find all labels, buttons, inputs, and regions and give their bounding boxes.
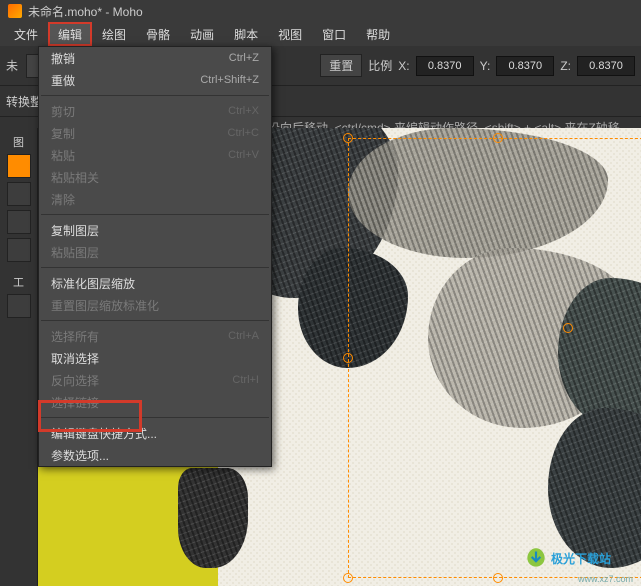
title-bar: 未命名.moho* - Moho	[0, 0, 641, 22]
label-z: Z:	[560, 59, 571, 73]
menu-item-选择所有: 选择所有 Ctrl+A	[39, 325, 271, 347]
menu-item-label: 剪切	[51, 103, 75, 120]
panel-label-tu: 图	[13, 134, 24, 150]
menu-item-重做[interactable]: 重做 Ctrl+Shift+Z	[39, 69, 271, 91]
menu-view[interactable]: 视图	[268, 22, 312, 46]
watermark-text: 极光下载站	[551, 550, 611, 567]
tool-icon-3[interactable]	[7, 210, 31, 234]
selection-handle[interactable]	[343, 573, 353, 583]
window-title: 未命名.moho* - Moho	[28, 3, 143, 20]
menu-item-label: 清除	[51, 191, 75, 208]
menu-item-复制图层[interactable]: 复制图层	[39, 219, 271, 241]
menu-item-label: 编辑键盘快捷方式...	[51, 425, 157, 442]
menu-item-粘贴: 粘贴 Ctrl+V	[39, 144, 271, 166]
menu-item-反向选择: 反向选择 Ctrl+I	[39, 369, 271, 391]
menu-item-粘贴相关: 粘贴相关	[39, 166, 271, 188]
menu-item-label: 标准化图层缩放	[51, 275, 135, 292]
menu-item-label: 选择链接	[51, 394, 99, 411]
watermark-logo: 极光下载站	[523, 538, 633, 578]
menu-item-取消选择[interactable]: 取消选择	[39, 347, 271, 369]
menu-separator	[41, 417, 269, 418]
reset-button[interactable]: 重置	[320, 54, 362, 77]
tool-icon-5[interactable]	[7, 294, 31, 318]
menu-help[interactable]: 帮助	[356, 22, 400, 46]
menu-item-label: 复制图层	[51, 222, 99, 239]
tool-icon-1[interactable]	[7, 154, 31, 178]
selection-handle[interactable]	[493, 573, 503, 583]
scale-y-input[interactable]	[496, 56, 554, 76]
download-icon	[523, 545, 549, 571]
menu-separator	[41, 320, 269, 321]
menu-draw[interactable]: 绘图	[92, 22, 136, 46]
menu-item-label: 选择所有	[51, 328, 99, 345]
menu-separator	[41, 214, 269, 215]
menu-separator	[41, 267, 269, 268]
menu-item-label: 重置图层缩放标准化	[51, 297, 159, 314]
menu-item-label: 粘贴相关	[51, 169, 99, 186]
transform-label: 转换整	[6, 93, 42, 110]
menu-item-撤销[interactable]: 撤销 Ctrl+Z	[39, 47, 271, 69]
menu-item-label: 取消选择	[51, 350, 99, 367]
left-tool-panel: 图 工	[0, 128, 38, 586]
watermark-url: www.xz7.com	[578, 574, 633, 584]
menu-item-label: 撤销	[51, 50, 75, 67]
menu-item-shortcut: Ctrl+Z	[229, 52, 259, 64]
selection-handle[interactable]	[563, 323, 573, 333]
menu-item-label: 复制	[51, 125, 75, 142]
app-icon	[8, 4, 22, 18]
label-untitled: 未	[6, 57, 18, 74]
menu-item-shortcut: Ctrl+C	[228, 127, 259, 139]
menu-item-复制: 复制 Ctrl+C	[39, 122, 271, 144]
selection-handle[interactable]	[493, 133, 503, 143]
menu-item-shortcut: Ctrl+X	[228, 105, 259, 117]
scale-x-input[interactable]	[416, 56, 474, 76]
scale-label: 比例	[368, 57, 392, 74]
selection-box[interactable]	[348, 138, 641, 578]
edit-dropdown: 撤销 Ctrl+Z 重做 Ctrl+Shift+Z 剪切 Ctrl+X 复制 Ctrl+C 粘贴…	[38, 46, 272, 467]
scale-z-input[interactable]	[577, 56, 635, 76]
menu-item-label: 参数选项...	[51, 447, 109, 464]
menu-file[interactable]: 文件	[4, 22, 48, 46]
menu-item-重置图层缩放标准化: 重置图层缩放标准化	[39, 294, 271, 316]
menu-item-shortcut: Ctrl+V	[228, 149, 259, 161]
rock-shape	[178, 468, 248, 568]
menu-edit[interactable]: 编辑	[48, 22, 92, 46]
menu-anim[interactable]: 动画	[180, 22, 224, 46]
menu-separator	[41, 95, 269, 96]
selection-handle[interactable]	[343, 133, 353, 143]
menu-item-粘贴图层: 粘贴图层	[39, 241, 271, 263]
tool-icon-4[interactable]	[7, 238, 31, 262]
menu-item-选择链接: 选择链接	[39, 391, 271, 413]
menu-item-剪切: 剪切 Ctrl+X	[39, 100, 271, 122]
menu-item-label: 反向选择	[51, 372, 99, 389]
menu-item-label: 粘贴	[51, 147, 75, 164]
selection-handle[interactable]	[343, 353, 353, 363]
menu-item-标准化图层缩放[interactable]: 标准化图层缩放	[39, 272, 271, 294]
tool-icon-2[interactable]	[7, 182, 31, 206]
label-y: Y:	[480, 59, 491, 73]
panel-label-work: 工	[13, 274, 24, 290]
menu-script[interactable]: 脚本	[224, 22, 268, 46]
menu-bar: 文件 编辑 绘图 骨骼 动画 脚本 视图 窗口 帮助	[0, 22, 641, 46]
label-x: X:	[398, 59, 409, 73]
menu-item-清除: 清除	[39, 188, 271, 210]
menu-item-编辑键盘快捷方式...[interactable]: 编辑键盘快捷方式...	[39, 422, 271, 444]
menu-item-label: 粘贴图层	[51, 244, 99, 261]
menu-bone[interactable]: 骨骼	[136, 22, 180, 46]
menu-window[interactable]: 窗口	[312, 22, 356, 46]
menu-item-参数选项...[interactable]: 参数选项...	[39, 444, 271, 466]
menu-item-shortcut: Ctrl+I	[232, 374, 259, 386]
menu-item-shortcut: Ctrl+A	[228, 330, 259, 342]
menu-item-shortcut: Ctrl+Shift+Z	[200, 74, 259, 86]
menu-item-label: 重做	[51, 72, 75, 89]
